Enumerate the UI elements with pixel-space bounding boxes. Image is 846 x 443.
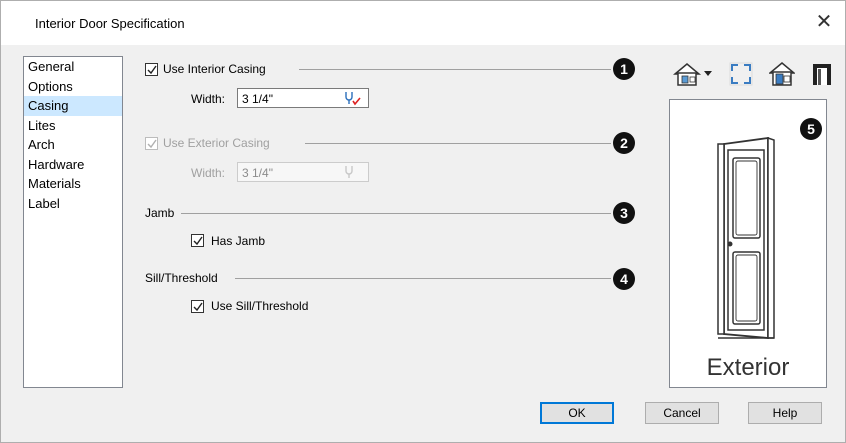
interior-width-value: 3 1/4": [242, 92, 273, 106]
use-interior-casing-label: Use Interior Casing: [163, 62, 266, 76]
has-jamb-checkbox[interactable]: [191, 234, 204, 247]
sill-section-label: Sill/Threshold: [145, 271, 218, 285]
has-jamb-label: Has Jamb: [211, 234, 266, 248]
separator-line: [305, 143, 611, 144]
separator-line: [235, 278, 611, 279]
help-button[interactable]: Help: [748, 402, 822, 424]
nav-item-arch[interactable]: Arch: [24, 135, 122, 155]
interior-width-label: Width:: [191, 92, 226, 106]
dialog-title: Interior Door Specification: [35, 16, 185, 31]
door-illustration: [717, 136, 775, 339]
jamb-section-label: Jamb: [145, 206, 175, 220]
house-view-dropdown-icon[interactable]: [672, 61, 715, 87]
dimension-edit-icon[interactable]: [342, 90, 362, 109]
callout-badge-1: 1: [613, 58, 635, 80]
door-frame-icon[interactable]: [809, 61, 835, 87]
nav-item-hardware[interactable]: Hardware: [24, 155, 122, 175]
exterior-width-value: 3 1/4": [242, 166, 273, 180]
separator-line: [181, 213, 611, 214]
nav-item-label[interactable]: Label: [24, 194, 122, 214]
use-sill-threshold-checkbox[interactable]: [191, 300, 204, 313]
use-interior-casing-checkbox[interactable]: [145, 63, 158, 76]
callout-badge-2: 2: [613, 132, 635, 154]
preview-view-label: Exterior: [706, 354, 790, 381]
nav-item-lites[interactable]: Lites: [24, 116, 122, 136]
nav-item-materials[interactable]: Materials: [24, 174, 122, 194]
use-exterior-casing-checkbox[interactable]: [145, 137, 158, 150]
category-list: General Options Casing Lites Arch Hardwa…: [23, 56, 123, 388]
dimension-edit-icon[interactable]: [342, 164, 362, 183]
use-exterior-casing-label: Use Exterior Casing: [163, 136, 270, 150]
fill-window-icon[interactable]: [728, 61, 754, 87]
cancel-button[interactable]: Cancel: [645, 402, 719, 424]
interior-width-field[interactable]: 3 1/4": [237, 88, 369, 108]
close-icon[interactable]: ✕: [809, 9, 839, 35]
separator-line: [299, 69, 611, 70]
use-sill-threshold-label: Use Sill/Threshold: [211, 299, 309, 313]
dialog: Interior Door Specification ✕ General Op…: [0, 0, 846, 443]
callout-badge-4: 4: [613, 268, 635, 290]
nav-item-casing[interactable]: Casing: [24, 96, 122, 116]
nav-item-options[interactable]: Options: [24, 77, 122, 97]
ok-button[interactable]: OK: [540, 402, 614, 424]
house-door-icon[interactable]: [767, 61, 797, 87]
door-preview-panel: 5 Exterior: [669, 99, 827, 388]
callout-badge-5: 5: [800, 118, 822, 140]
callout-badge-3: 3: [613, 202, 635, 224]
nav-item-general[interactable]: General: [24, 57, 122, 77]
exterior-width-field[interactable]: 3 1/4": [237, 162, 369, 182]
exterior-width-label: Width:: [191, 166, 226, 180]
title-bar: Interior Door Specification ✕: [1, 1, 845, 45]
